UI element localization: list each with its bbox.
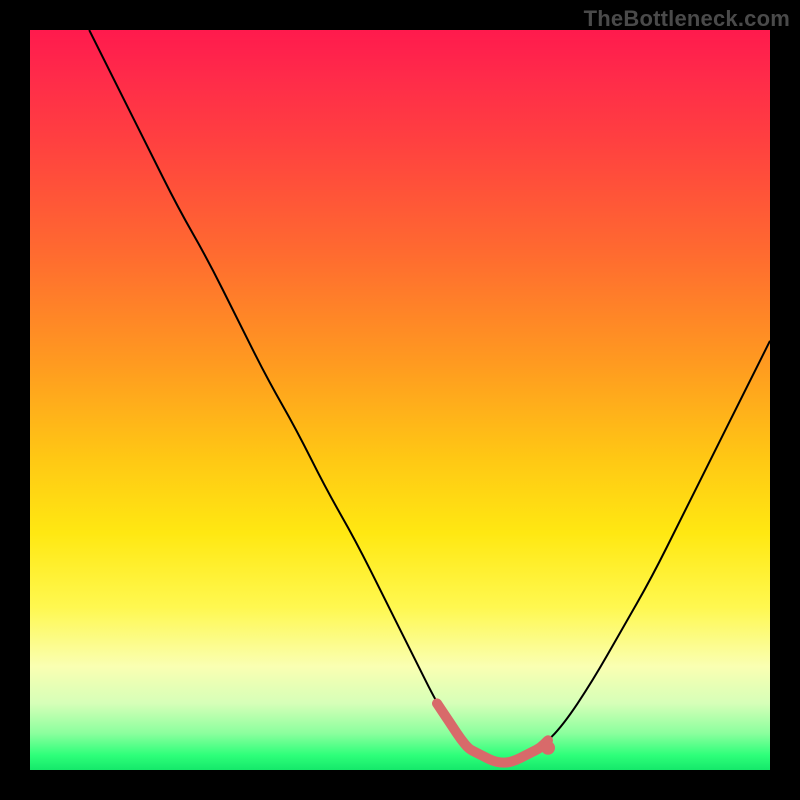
plot-area bbox=[30, 30, 770, 770]
curve-layer bbox=[30, 30, 770, 770]
watermark-text: TheBottleneck.com bbox=[584, 6, 790, 32]
marker-dot bbox=[541, 741, 555, 755]
bottleneck-curve bbox=[89, 30, 770, 763]
optimal-range-marker bbox=[437, 703, 548, 762]
chart-frame: TheBottleneck.com bbox=[0, 0, 800, 800]
